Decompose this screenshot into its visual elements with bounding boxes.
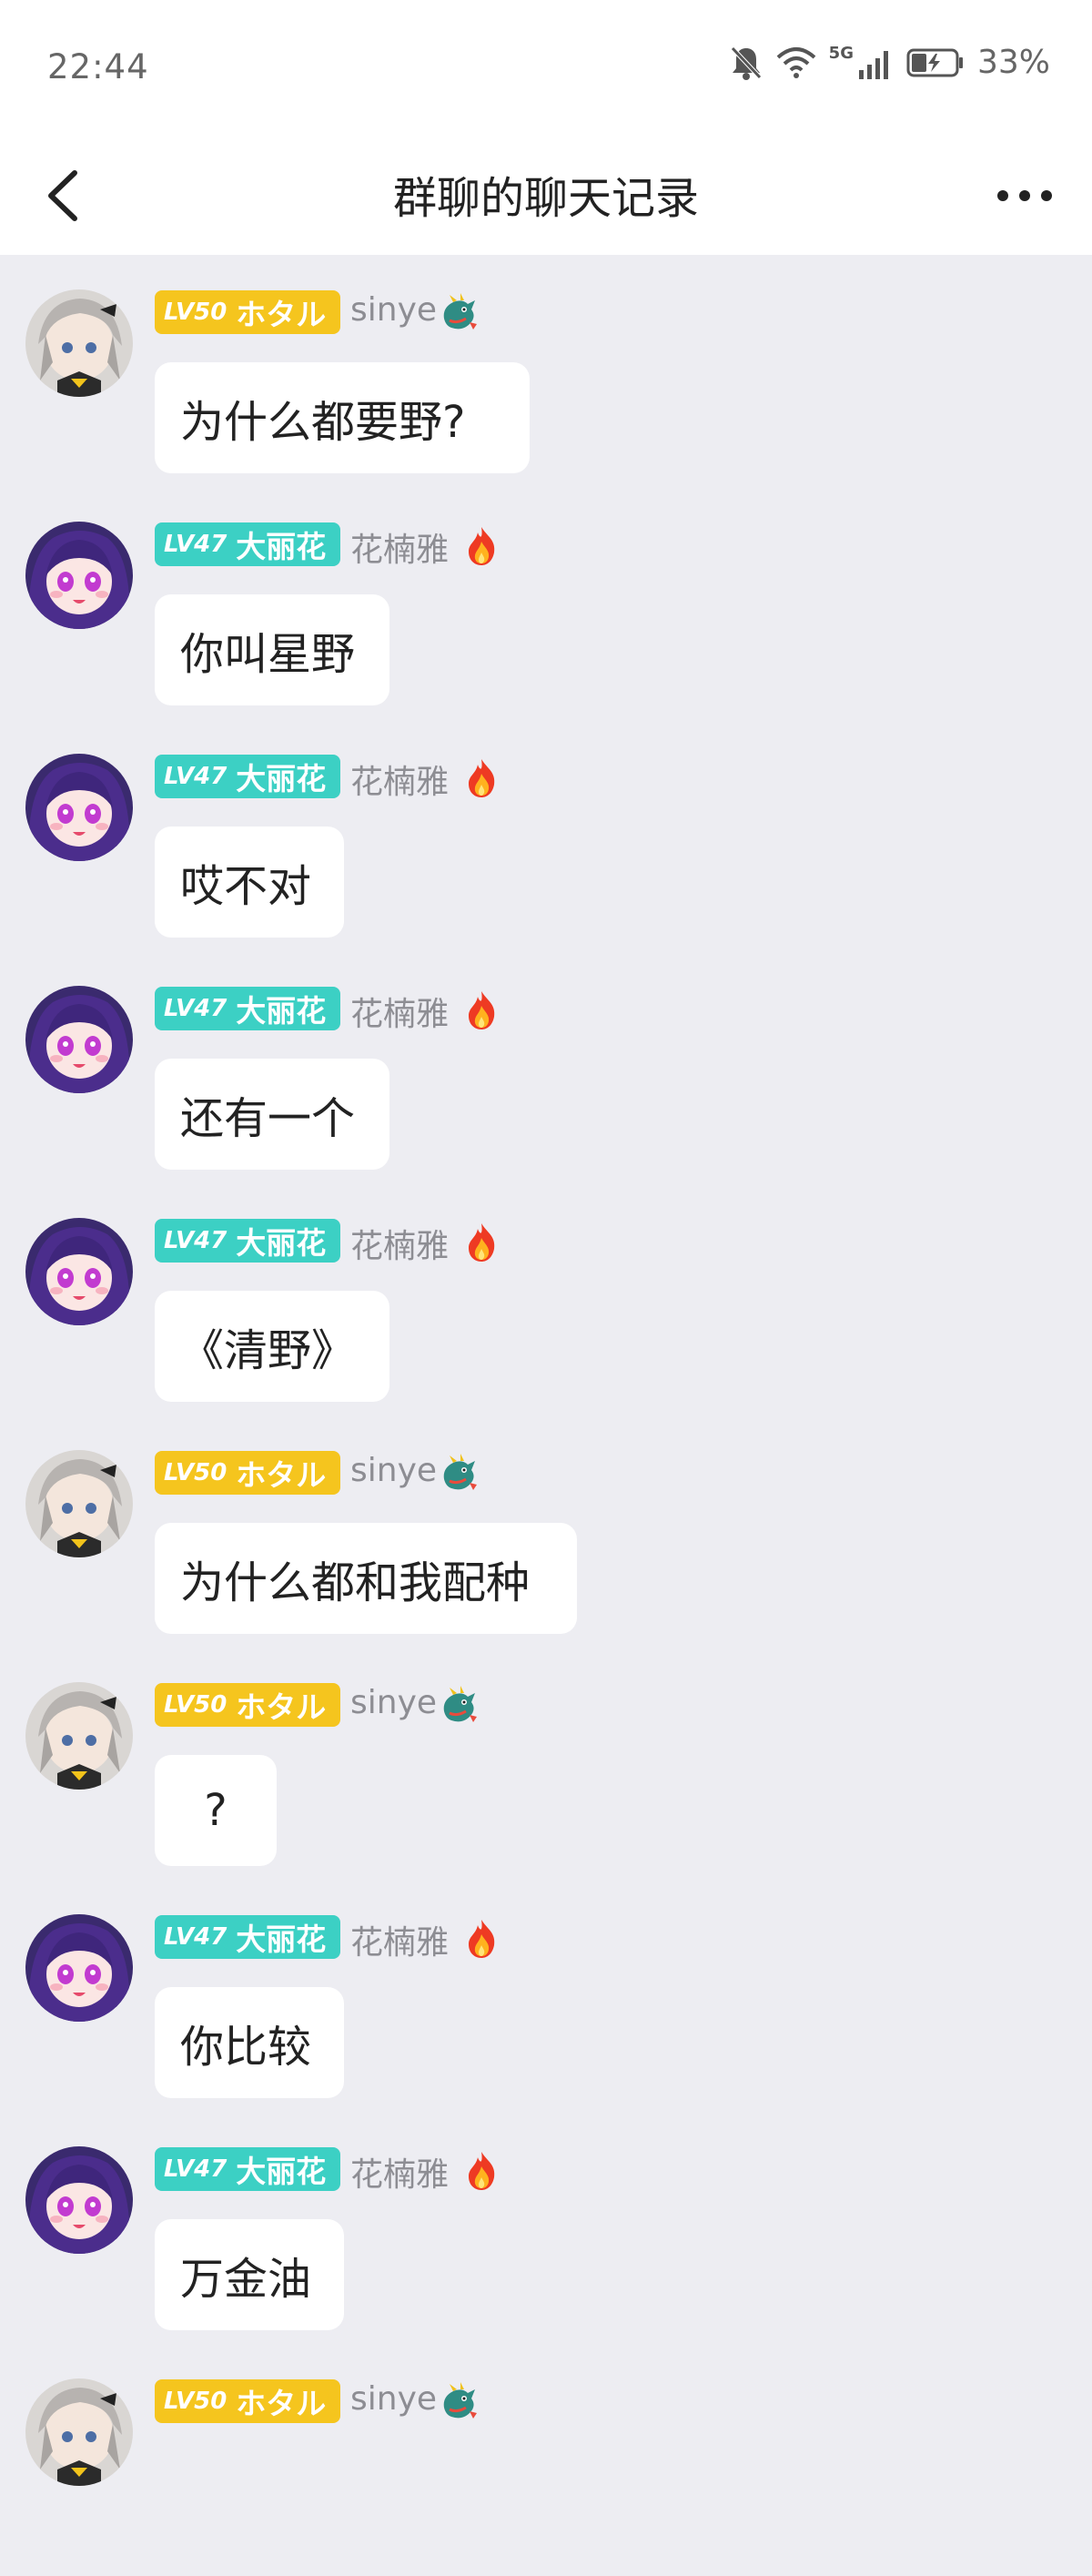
bell-muted-icon <box>730 46 762 80</box>
page-title: 群聊的聊天记录 <box>392 173 699 224</box>
level-badge: LV47 大丽花 <box>155 755 340 798</box>
sender-name[interactable]: 花楠雅 <box>350 1220 449 1267</box>
network-type: 5G <box>828 44 854 63</box>
sender-name[interactable]: sinye <box>350 291 437 329</box>
chat-message: LV50 ホタル sinye 为什么都要野? <box>0 255 1092 487</box>
fire-icon <box>460 1220 503 1263</box>
dragon-icon <box>437 2380 480 2424</box>
message-bubble[interactable]: 为什么都和我配种 <box>155 1523 577 1634</box>
dragon-icon <box>437 1452 480 1496</box>
level-label: LV47 <box>164 1923 228 1951</box>
chat-message: LV50 ホタル sinye 为什么都和我配种 <box>0 1415 1092 1648</box>
level-label: LV47 <box>164 1227 228 1254</box>
avatar[interactable] <box>25 2146 133 2254</box>
level-label: LV47 <box>164 531 228 558</box>
dragon-icon <box>437 291 480 335</box>
top-nav-bar: 群聊的聊天记录 <box>0 137 1092 255</box>
level-label: LV50 <box>164 299 228 326</box>
level-label: LV50 <box>164 1459 228 1486</box>
chat-message: LV50 ホタル sinye <box>0 2344 1092 2576</box>
fire-icon <box>460 2148 503 2192</box>
level-badge: LV47 大丽花 <box>155 1915 340 1959</box>
message-bubble[interactable]: 哎不对 <box>155 827 344 938</box>
avatar[interactable] <box>25 289 133 397</box>
chat-message: LV47 大丽花 花楠雅 《清野》 <box>0 1183 1092 1415</box>
chat-message: LV47 大丽花 花楠雅 哎不对 <box>0 719 1092 951</box>
message-bubble[interactable]: 《清野》 <box>155 1291 389 1402</box>
level-label: LV47 <box>164 995 228 1022</box>
status-bar: 22:44 5G 33% <box>0 0 1092 137</box>
level-badge: LV47 大丽花 <box>155 1219 340 1263</box>
fire-icon <box>460 1916 503 1960</box>
avatar[interactable] <box>25 754 133 861</box>
title-tag: ホタル <box>236 1689 327 1725</box>
chat-message: LV47 大丽花 花楠雅 还有一个 <box>0 951 1092 1183</box>
message-bubble[interactable]: 为什么都要野? <box>155 362 530 473</box>
avatar[interactable] <box>25 1218 133 1325</box>
chat-message: LV50 ホタル sinye ? <box>0 1648 1092 1880</box>
level-badge: LV50 ホタル <box>155 2379 340 2423</box>
level-badge: LV50 ホタル <box>155 1451 340 1495</box>
sender-name[interactable]: 花楠雅 <box>350 523 449 571</box>
avatar[interactable] <box>25 986 133 1093</box>
fire-icon <box>460 988 503 1031</box>
level-label: LV50 <box>164 2388 228 2415</box>
level-label: LV47 <box>164 763 228 790</box>
status-icons: 5G 33% <box>729 44 1050 81</box>
title-tag: 大丽花 <box>236 529 327 564</box>
chat-message: LV47 大丽花 花楠雅 你比较 <box>0 1880 1092 2112</box>
fire-icon <box>460 756 503 799</box>
title-tag: 大丽花 <box>236 2154 327 2189</box>
level-label: LV47 <box>164 2155 228 2183</box>
sender-name[interactable]: 花楠雅 <box>350 1916 449 1963</box>
title-tag: 大丽花 <box>236 1922 327 1957</box>
avatar[interactable] <box>25 1450 133 1557</box>
avatar[interactable] <box>25 1914 133 2022</box>
battery-charging-icon <box>906 48 963 76</box>
avatar[interactable] <box>25 2378 133 2486</box>
title-tag: ホタル <box>236 1457 327 1493</box>
level-badge: LV47 大丽花 <box>155 987 340 1030</box>
sender-name[interactable]: 花楠雅 <box>350 756 449 803</box>
message-bubble[interactable]: ? <box>155 1755 277 1866</box>
chat-history-list[interactable]: LV50 ホタル sinye 为什么都要野? LV47 大丽花 花楠雅 你叫星野… <box>0 255 1092 2576</box>
title-tag: 大丽花 <box>236 1225 327 1261</box>
wifi-icon <box>776 46 816 78</box>
message-bubble[interactable]: 你比较 <box>155 1987 344 2098</box>
level-badge: LV47 大丽花 <box>155 2147 340 2191</box>
status-time: 22:44 <box>47 47 149 86</box>
message-bubble[interactable]: 还有一个 <box>155 1059 389 1170</box>
level-badge: LV50 ホタル <box>155 1683 340 1727</box>
title-tag: 大丽花 <box>236 761 327 796</box>
title-tag: ホタル <box>236 297 327 332</box>
chat-message: LV47 大丽花 花楠雅 万金油 <box>0 2112 1092 2344</box>
title-tag: ホタル <box>236 2386 327 2421</box>
sender-name[interactable]: 花楠雅 <box>350 2148 449 2196</box>
fire-icon <box>460 523 503 567</box>
avatar[interactable] <box>25 1682 133 1790</box>
battery-percent: 33% <box>976 44 1050 81</box>
dragon-icon <box>437 1684 480 1728</box>
signal-icon <box>858 50 888 79</box>
title-tag: 大丽花 <box>236 993 327 1029</box>
message-bubble[interactable]: 万金油 <box>155 2219 344 2330</box>
sender-name[interactable]: 花楠雅 <box>350 988 449 1035</box>
avatar[interactable] <box>25 522 133 629</box>
level-badge: LV47 大丽花 <box>155 522 340 566</box>
sender-name[interactable]: sinye <box>350 1684 437 1721</box>
level-label: LV50 <box>164 1691 228 1719</box>
level-badge: LV50 ホタル <box>155 290 340 334</box>
chat-message: LV47 大丽花 花楠雅 你叫星野 <box>0 487 1092 719</box>
sender-name[interactable]: sinye <box>350 2380 437 2418</box>
sender-name[interactable]: sinye <box>350 1452 437 1489</box>
message-bubble[interactable]: 你叫星野 <box>155 594 389 705</box>
more-options-icon[interactable] <box>988 173 1061 218</box>
